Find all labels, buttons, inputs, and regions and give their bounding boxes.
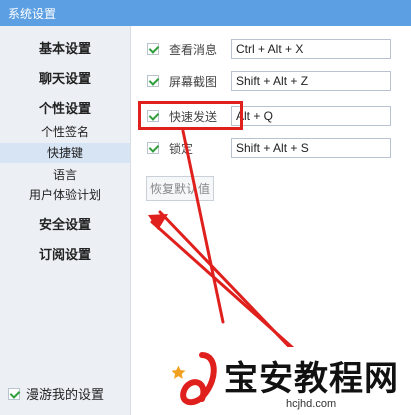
hotkey-label: 锁定 [169,141,194,156]
hotkey-row: 屏幕截图 Shift + Alt + Z [147,70,391,92]
roaming-settings[interactable]: 漫游我的设置 [8,384,104,403]
hotkey-input[interactable]: Shift + Alt + Z [231,71,391,91]
title-bar: 系统设置 [0,0,411,26]
sidebar-item-security[interactable]: 安全设置 [0,214,130,233]
watermark-url: hcjhd.com [286,398,337,410]
hotkey-checkbox[interactable] [147,75,159,87]
sidebar-item-ux-plan[interactable]: 用户体验计划 [0,186,130,203]
sidebar-item-personal[interactable]: 个性设置 [0,98,130,117]
watermark: 宝安教程网 hcjhd.com [168,347,411,415]
window-title: 系统设置 [8,7,57,21]
sidebar-item-language[interactable]: 语言 [0,166,130,183]
roaming-checkbox[interactable] [8,387,20,400]
sidebar-item-hotkeys[interactable]: 快捷键 [0,143,130,163]
sidebar-item-chat[interactable]: 聊天设置 [0,68,130,87]
sidebar: 基本设置 聊天设置 个性设置 个性签名 快捷键 语言 用户体验计划 安全设置 订… [0,26,131,415]
hotkey-checkbox[interactable] [147,43,159,55]
roaming-label: 漫游我的设置 [26,387,105,402]
hotkey-input[interactable]: Alt + Q [231,106,391,126]
hotkey-label: 屏幕截图 [169,74,218,89]
hotkey-row: 查看消息 Ctrl + Alt + X [147,38,391,60]
hotkey-checkbox[interactable] [147,142,159,154]
sidebar-item-signature[interactable]: 个性签名 [0,123,130,140]
hotkey-label: 查看消息 [169,42,218,57]
restore-defaults-button[interactable]: 恢复默认值 [146,176,215,201]
highlight-box [138,101,243,130]
sidebar-item-subscription[interactable]: 订阅设置 [0,244,130,263]
hotkey-row: 锁定 Shift + Alt + S [147,137,391,159]
hotkey-input[interactable]: Shift + Alt + S [231,138,391,158]
watermark-logo-icon [172,352,217,406]
hotkey-input[interactable]: Ctrl + Alt + X [231,39,391,59]
watermark-text: 宝安教程网 [224,359,399,399]
sidebar-item-basic[interactable]: 基本设置 [0,38,130,57]
